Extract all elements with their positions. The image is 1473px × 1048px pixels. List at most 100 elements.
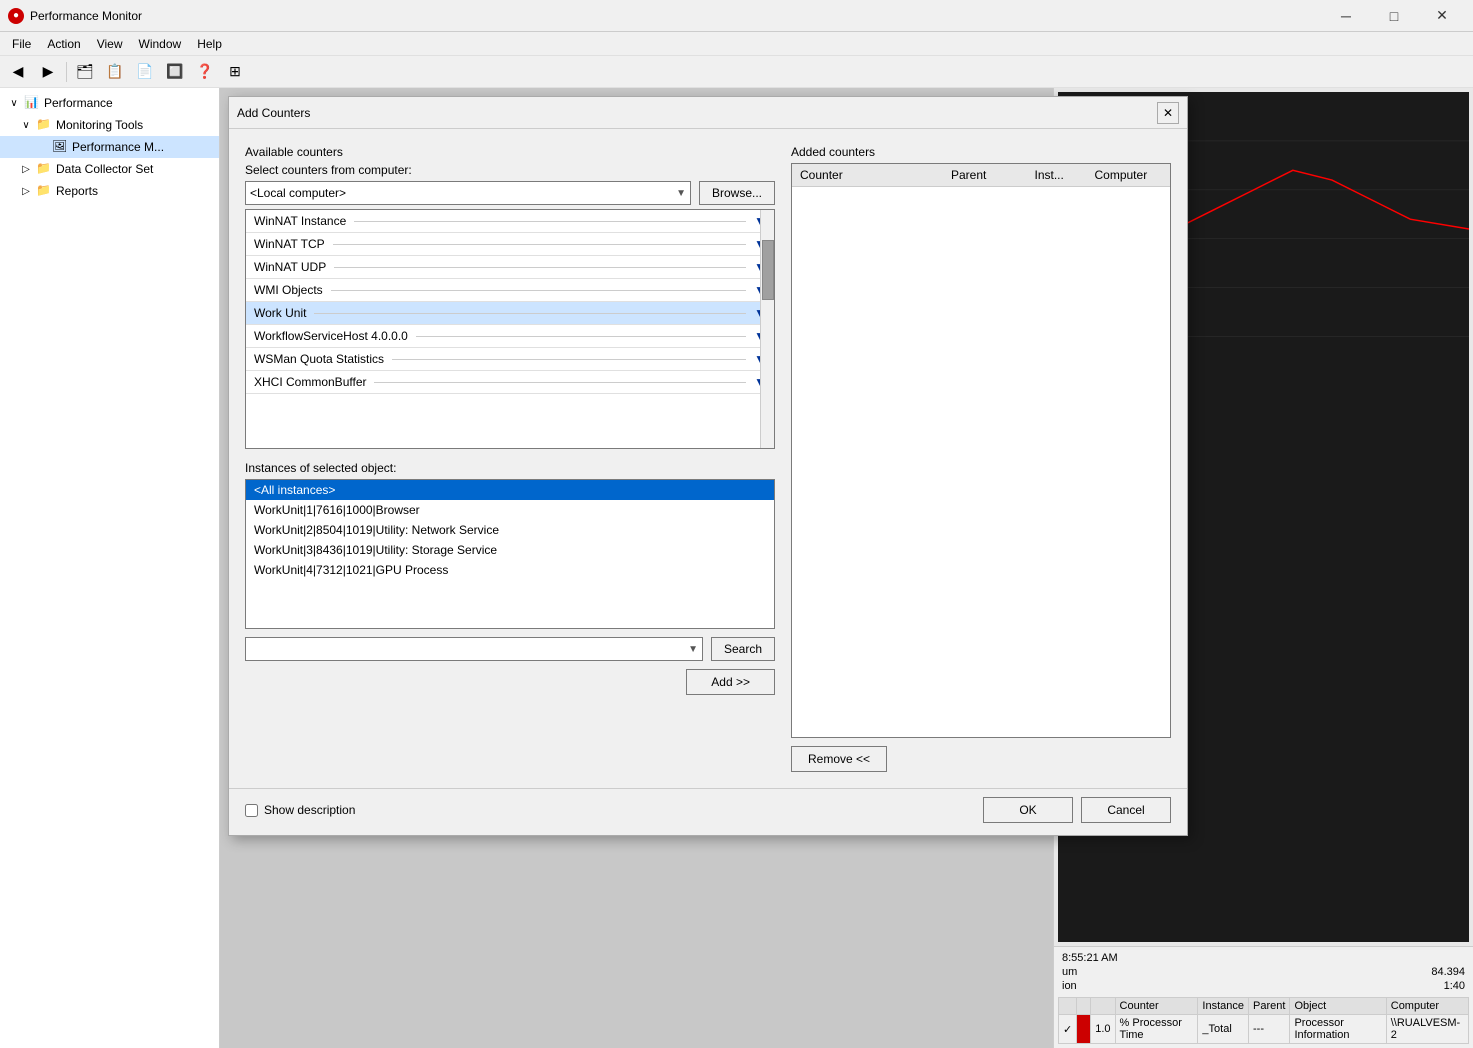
instance-item-all[interactable]: <All instances> <box>246 480 774 500</box>
counter-item-winnat-instance[interactable]: WinNAT Instance ▼ <box>246 210 774 233</box>
instances-list[interactable]: <All instances> WorkUnit|1|7616|1000|Bro… <box>245 479 775 629</box>
properties-button[interactable]: 📋 <box>101 59 129 85</box>
counter-label: WinNAT UDP <box>254 260 326 274</box>
show-action-pane-button[interactable]: 🗂 <box>71 59 99 85</box>
counter-label: WSMan Quota Statistics <box>254 352 384 366</box>
show-description-label[interactable]: Show description <box>264 803 355 817</box>
computer-selector: <Local computer> ▼ Browse... <box>245 181 775 205</box>
sidebar: ∨ 📊 Performance ∨ 📁 Monitoring Tools ▷ 🖼… <box>0 88 220 1048</box>
back-button[interactable]: ◀ <box>4 59 32 85</box>
separator <box>392 359 746 360</box>
col-header-counter: Counter <box>792 168 943 182</box>
chevron-down-icon: ▼ <box>676 188 686 199</box>
browse-button[interactable]: Browse... <box>699 181 775 205</box>
counter-item-wsman[interactable]: WSMan Quota Statistics ▼ <box>246 348 774 371</box>
search-button[interactable]: Search <box>711 637 775 661</box>
cancel-button[interactable]: Cancel <box>1081 797 1171 823</box>
maximize-button[interactable]: □ <box>1371 2 1417 30</box>
performance-icon: 📊 <box>24 95 40 111</box>
sidebar-label-data-collector: Data Collector Set <box>56 162 153 176</box>
minimize-button[interactable]: ─ <box>1323 2 1369 30</box>
sidebar-item-data-collector[interactable]: ▷ 📁 Data Collector Set <box>0 158 219 180</box>
add-counters-dialog: Add Counters ✕ Available counters Select… <box>228 96 1188 836</box>
separator <box>374 382 746 383</box>
monitoring-tools-icon: 📁 <box>36 117 52 133</box>
counter-item-xhci[interactable]: XHCI CommonBuffer ▼ <box>246 371 774 394</box>
sidebar-item-reports[interactable]: ▷ 📁 Reports <box>0 180 219 202</box>
separator <box>333 244 746 245</box>
dialog-left-panel: Available counters Select counters from … <box>245 145 775 772</box>
dialog-title-bar: Add Counters ✕ <box>229 97 1187 129</box>
expand-icon-performance: ∨ <box>8 97 20 109</box>
sidebar-item-performance[interactable]: ∨ 📊 Performance <box>0 92 219 114</box>
counter-list[interactable]: WinNAT Instance ▼ WinNAT TCP ▼ <box>245 209 775 449</box>
title-bar: ● Performance Monitor ─ □ ✕ <box>0 0 1473 32</box>
sidebar-item-performance-monitor[interactable]: ▷ 🖼 Performance M... <box>0 136 219 158</box>
counter-item-workflow[interactable]: WorkflowServiceHost 4.0.0.0 ▼ <box>246 325 774 348</box>
title-bar-controls: ─ □ ✕ <box>1323 2 1465 30</box>
instance-item-1[interactable]: WorkUnit|1|7616|1000|Browser <box>246 500 774 520</box>
menu-file[interactable]: File <box>4 35 39 53</box>
forward-button[interactable]: ▶ <box>34 59 62 85</box>
main-panel: 8:55:21 AM um 84.394 ion 1:40 <box>220 88 1473 1048</box>
instances-label: Instances of selected object: <box>245 461 775 475</box>
dialog-title: Add Counters <box>237 106 310 120</box>
sidebar-label-perf-monitor: Performance M... <box>72 140 164 154</box>
search-row: ▼ Search <box>245 637 775 661</box>
list-scrollbar[interactable] <box>760 210 774 448</box>
computer-select[interactable]: <Local computer> ▼ <box>245 181 691 205</box>
separator <box>331 290 746 291</box>
show-description-row: Show description <box>245 803 355 817</box>
extra-button[interactable]: ⊞ <box>221 59 249 85</box>
counter-label: Work Unit <box>254 306 306 320</box>
instance-item-2[interactable]: WorkUnit|2|8504|1019|Utility: Network Se… <box>246 520 774 540</box>
add-button[interactable]: Add >> <box>686 669 775 695</box>
counter-item-work-unit[interactable]: Work Unit ▼ <box>246 302 774 325</box>
remove-button[interactable]: Remove << <box>791 746 887 772</box>
instance-item-4[interactable]: WorkUnit|4|7312|1021|GPU Process <box>246 560 774 580</box>
close-button[interactable]: ✕ <box>1419 2 1465 30</box>
sidebar-label-monitoring-tools: Monitoring Tools <box>56 118 143 132</box>
instance-item-3[interactable]: WorkUnit|3|8436|1019|Utility: Storage Se… <box>246 540 774 560</box>
sidebar-label-reports: Reports <box>56 184 98 198</box>
menu-window[interactable]: Window <box>131 35 190 53</box>
separator <box>416 336 746 337</box>
toolbar-btn-5[interactable]: 🔲 <box>161 59 189 85</box>
menu-help[interactable]: Help <box>189 35 230 53</box>
available-counters-section: Available counters Select counters from … <box>245 145 775 449</box>
show-description-checkbox[interactable] <box>245 804 258 817</box>
search-input[interactable] <box>250 642 688 656</box>
dialog-overlay: Add Counters ✕ Available counters Select… <box>220 88 1473 1048</box>
dialog-body: Available counters Select counters from … <box>229 129 1187 788</box>
content-area: ∨ 📊 Performance ∨ 📁 Monitoring Tools ▷ 🖼… <box>0 88 1473 1048</box>
dialog-right-panel: Added counters Counter Parent Inst... Co… <box>791 145 1171 772</box>
counter-item-wmi-objects[interactable]: WMI Objects ▼ <box>246 279 774 302</box>
perf-monitor-icon: 🖼 <box>52 139 68 155</box>
ok-button[interactable]: OK <box>983 797 1073 823</box>
menu-view[interactable]: View <box>89 35 131 53</box>
counter-item-winnat-tcp[interactable]: WinNAT TCP ▼ <box>246 233 774 256</box>
instances-section: Instances of selected object: <All insta… <box>245 461 775 695</box>
dialog-footer: Show description OK Cancel <box>229 788 1187 835</box>
add-row: Add >> <box>245 669 775 695</box>
description-button[interactable]: 📄 <box>131 59 159 85</box>
search-dropdown-arrow-icon: ▼ <box>688 644 698 655</box>
counter-item-winnat-udp[interactable]: WinNAT UDP ▼ <box>246 256 774 279</box>
reports-icon: 📁 <box>36 183 52 199</box>
counter-label: XHCI CommonBuffer <box>254 375 366 389</box>
sidebar-label-performance: Performance <box>44 96 113 110</box>
col-header-parent: Parent <box>943 168 1027 182</box>
available-counters-label: Available counters <box>245 145 775 159</box>
added-counters-header: Counter Parent Inst... Computer <box>792 164 1170 187</box>
menu-action[interactable]: Action <box>39 35 88 53</box>
app-icon: ● <box>8 8 24 24</box>
help-button[interactable]: ❓ <box>191 59 219 85</box>
data-collector-icon: 📁 <box>36 161 52 177</box>
dialog-close-button[interactable]: ✕ <box>1157 102 1179 124</box>
expand-icon-monitoring: ∨ <box>20 119 32 131</box>
main-window: ● Performance Monitor ─ □ ✕ File Action … <box>0 0 1473 1048</box>
separator <box>314 313 746 314</box>
counter-label: WinNAT Instance <box>254 214 346 228</box>
expand-icon-data: ▷ <box>20 163 32 175</box>
sidebar-item-monitoring-tools[interactable]: ∨ 📁 Monitoring Tools <box>0 114 219 136</box>
